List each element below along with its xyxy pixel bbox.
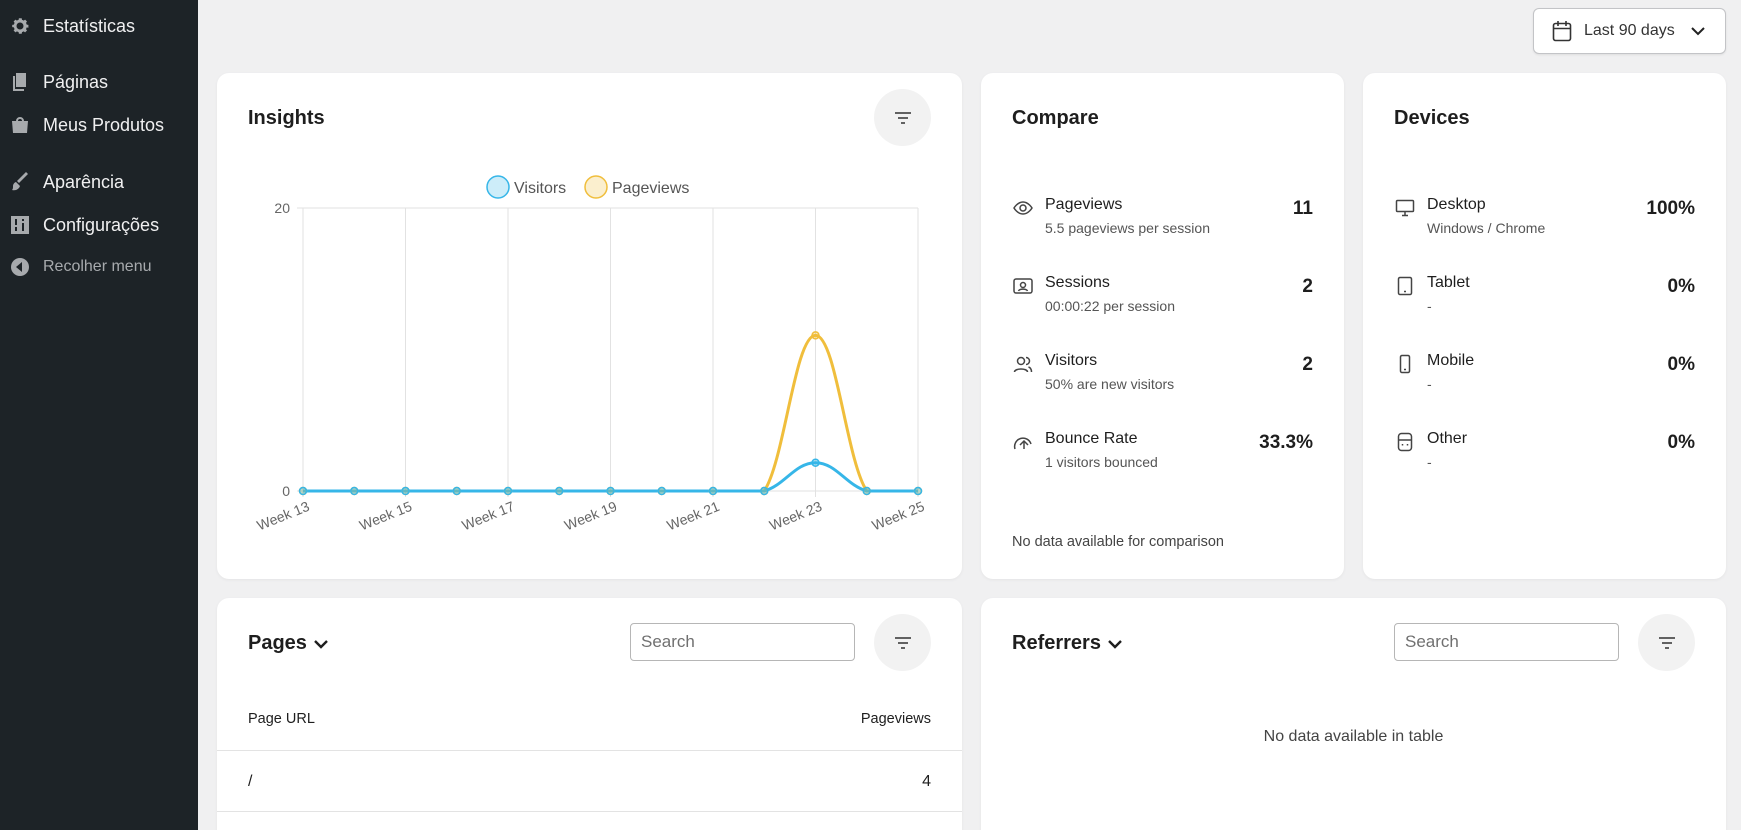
device-sub: - <box>1427 454 1432 470</box>
device-sub: Windows / Chrome <box>1427 220 1546 236</box>
sidebar-item-label: Recolher menu <box>43 258 152 275</box>
compare-row: Pageviews 5.5 pageviews per session 11 <box>1012 196 1313 244</box>
device-row: Tablet - 0% <box>1394 274 1695 322</box>
mobile-icon <box>1399 354 1411 374</box>
compare-value: 33.3% <box>1259 432 1313 453</box>
referrers-title: Referrers <box>1012 632 1101 654</box>
device-value: 100% <box>1646 198 1695 219</box>
compare-row: Visitors 50% are new visitors 2 <box>1012 352 1313 400</box>
sidebar-item-label: Configurações <box>43 214 160 235</box>
bounce-icon <box>1013 437 1032 450</box>
device-value: 0% <box>1667 432 1695 453</box>
chevron-down-icon <box>1108 639 1122 649</box>
store-icon <box>9 114 31 136</box>
settings-sliders-icon <box>9 214 31 236</box>
desktop-icon <box>1395 199 1415 217</box>
filter-icon <box>894 636 911 649</box>
filter-icon <box>1658 636 1675 649</box>
device-value: 0% <box>1667 276 1695 297</box>
sidebar-item-label: Páginas <box>43 71 109 92</box>
pages-search-input[interactable] <box>630 623 855 661</box>
admin-sidebar: Estatísticas Páginas Meus Produtos Aparê… <box>0 0 198 830</box>
sidebar-item-meus-produtos[interactable]: Meus Produtos <box>0 107 198 143</box>
compare-label: Sessions <box>1045 274 1110 291</box>
sidebar-item-aparencia[interactable]: Aparência <box>0 164 198 200</box>
sidebar-item-estatisticas[interactable]: Estatísticas <box>0 8 198 44</box>
compare-note: No data available for comparison <box>1012 534 1224 550</box>
device-label: Tablet <box>1427 274 1470 291</box>
device-row: Other - 0% <box>1394 430 1695 478</box>
device-label: Other <box>1427 430 1468 447</box>
compare-value: 2 <box>1302 276 1313 297</box>
other-device-icon <box>1397 432 1413 452</box>
referrers-empty-message: No data available in table <box>1263 728 1444 745</box>
gear-icon <box>9 15 31 37</box>
device-label: Desktop <box>1427 196 1486 213</box>
compare-label: Visitors <box>1045 352 1098 369</box>
compare-sub: 1 visitors bounced <box>1045 454 1158 470</box>
pages-title: Pages <box>248 632 307 654</box>
sessions-icon <box>1013 278 1033 294</box>
tablet-icon <box>1397 276 1413 296</box>
chevron-down-icon <box>314 639 328 649</box>
column-header-page-url[interactable]: Page URL <box>248 711 315 727</box>
pages-icon <box>9 71 31 93</box>
sidebar-item-configuracoes[interactable]: Configurações <box>0 207 198 243</box>
device-sub: - <box>1427 298 1432 314</box>
compare-row: Sessions 00:00:22 per session 2 <box>1012 274 1313 322</box>
referrers-search-input[interactable] <box>1394 623 1619 661</box>
device-sub: - <box>1427 376 1432 392</box>
compare-label: Pageviews <box>1045 196 1123 213</box>
device-row: Mobile - 0% <box>1394 352 1695 400</box>
sidebar-item-label: Aparência <box>43 171 125 192</box>
sidebar-item-label: Meus Produtos <box>43 114 165 135</box>
compare-sub: 50% are new visitors <box>1045 376 1175 392</box>
column-header-pageviews[interactable]: Pageviews <box>861 711 931 727</box>
page-url-cell: / <box>248 773 253 790</box>
compare-sub: 00:00:22 per session <box>1045 298 1175 314</box>
insights-card <box>217 73 962 579</box>
insights-title: Insights <box>248 107 325 129</box>
table-row[interactable]: / 4 <box>217 751 962 810</box>
pages-filter-button[interactable] <box>874 614 931 671</box>
insights-filter-button[interactable] <box>874 89 931 146</box>
compare-row: Bounce Rate 1 visitors bounced 33.3% <box>1012 430 1313 478</box>
users-icon <box>1013 356 1033 373</box>
pages-dropdown[interactable]: Pages <box>248 632 329 655</box>
sidebar-collapse-menu[interactable]: Recolher menu <box>0 249 198 285</box>
table-divider <box>217 811 962 812</box>
compare-label: Bounce Rate <box>1045 430 1138 447</box>
pageviews-cell: 4 <box>922 773 931 790</box>
collapse-icon <box>9 256 31 278</box>
brush-icon <box>9 171 31 193</box>
referrers-filter-button[interactable] <box>1638 614 1695 671</box>
referrers-dropdown[interactable]: Referrers <box>1012 632 1123 655</box>
eye-icon <box>1013 201 1033 215</box>
sidebar-item-paginas[interactable]: Páginas <box>0 64 198 100</box>
device-row: Desktop Windows / Chrome 100% <box>1394 196 1695 244</box>
compare-sub: 5.5 pageviews per session <box>1045 220 1210 236</box>
sidebar-item-label: Estatísticas <box>43 15 136 36</box>
device-label: Mobile <box>1427 352 1475 369</box>
filter-icon <box>894 111 911 124</box>
device-value: 0% <box>1667 354 1695 375</box>
compare-value: 2 <box>1302 354 1313 375</box>
compare-value: 11 <box>1292 198 1313 219</box>
